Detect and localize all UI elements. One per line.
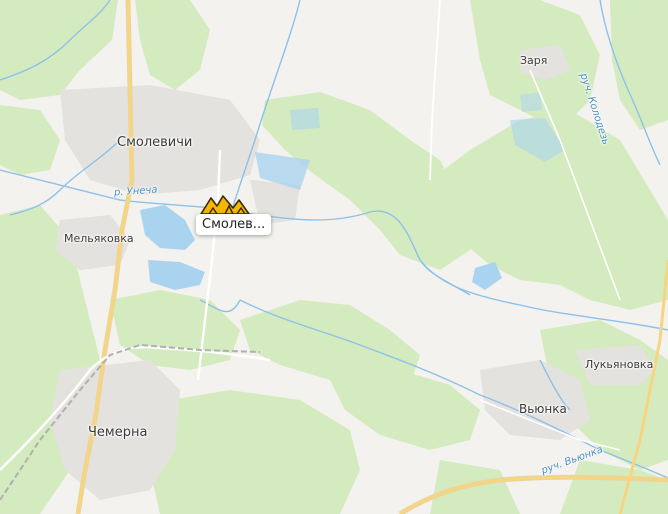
place-label-smolevichi: Смолевичи xyxy=(117,135,193,150)
place-label-vyunka: Вьюнка xyxy=(519,402,567,416)
place-label-lukyanovka: Лукьяновка xyxy=(585,358,654,371)
place-label-chemerna: Чемерна xyxy=(88,425,148,440)
place-label-melyakovka: Мельяковка xyxy=(64,232,134,245)
marker-label[interactable]: Смолев... xyxy=(196,214,272,235)
map-view[interactable]: Смолевичи Мельяковка Чемерна Заря Вьюнка… xyxy=(0,0,668,514)
place-label-zarya: Заря xyxy=(520,54,548,67)
